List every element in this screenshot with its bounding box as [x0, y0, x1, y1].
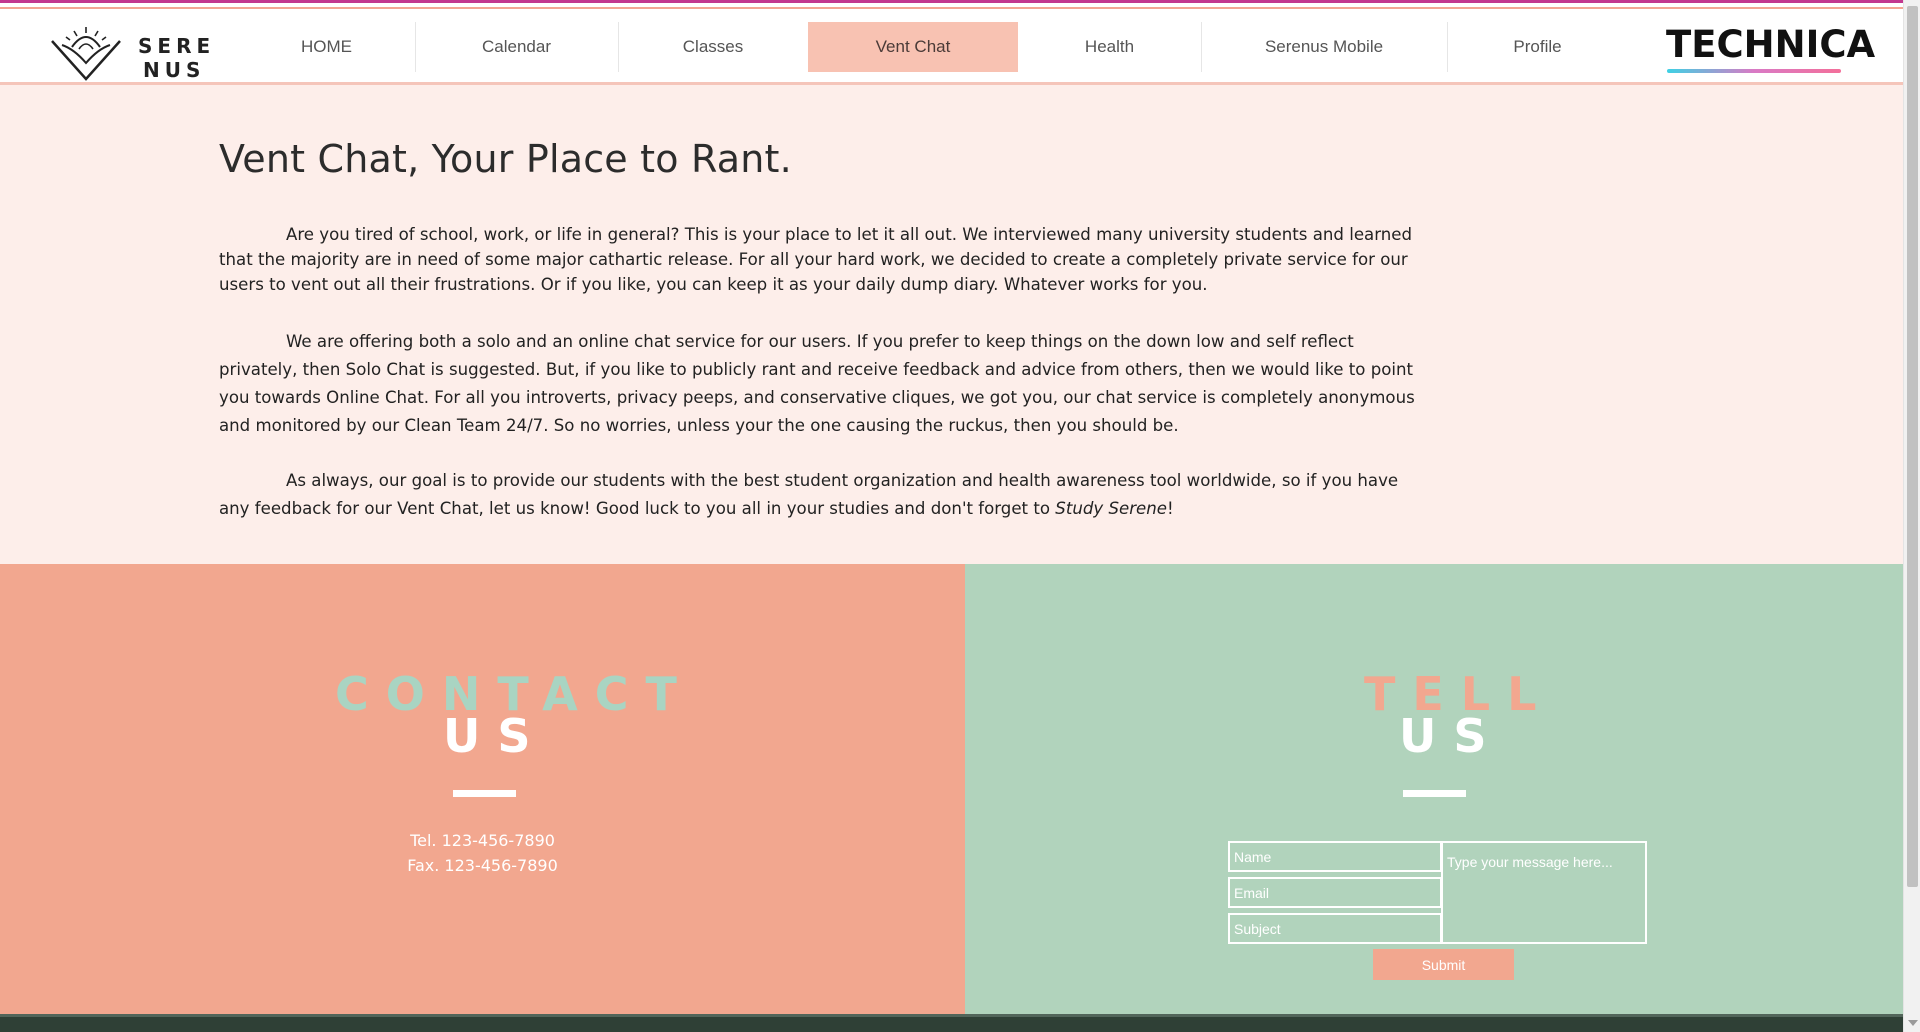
nav-item-calendar[interactable]: Calendar	[415, 22, 618, 72]
scroll-down-arrow-icon[interactable]	[1908, 1020, 1918, 1026]
contact-divider	[453, 790, 516, 797]
service-paragraph: We are offering both a solo and an onlin…	[219, 332, 1415, 435]
message-field[interactable]: Type your message here...	[1441, 841, 1647, 944]
nav-item-home[interactable]: HOME	[238, 22, 415, 72]
closing-paragraph: As always, our goal is to provide our st…	[219, 467, 1419, 523]
vertical-scrollbar[interactable]	[1903, 0, 1920, 1032]
main-nav: HOME Calendar Classes Vent Chat Health S…	[238, 22, 1628, 72]
closing-end: !	[1166, 499, 1174, 518]
top-accent-line	[0, 0, 1903, 9]
logo-line-2: NUS	[143, 58, 206, 82]
tell-us-section	[965, 564, 1903, 1014]
site-header: SERE NUS HOME Calendar Classes Vent Chat…	[0, 9, 1903, 85]
contact-fax: Fax. 123-456-7890	[407, 856, 558, 875]
closing-text: As always, our goal is to provide our st…	[219, 471, 1399, 518]
scrollbar-thumb[interactable]	[1907, 6, 1918, 887]
serenus-logo[interactable]: SERE NUS	[46, 23, 210, 83]
page-title: Vent Chat, Your Place to Rant.	[219, 137, 792, 181]
page: SERE NUS HOME Calendar Classes Vent Chat…	[0, 0, 1920, 1032]
subject-field[interactable]: Subject	[1228, 913, 1442, 944]
intro-paragraph: Are you tired of school, work, or life i…	[219, 225, 1412, 294]
contact-heading-us: US	[443, 709, 548, 763]
logo-line-1: SERE	[138, 34, 216, 58]
nav-item-profile[interactable]: Profile	[1447, 22, 1628, 72]
contact-tel: Tel. 123-456-7890	[410, 831, 555, 850]
name-field[interactable]: Name	[1228, 841, 1442, 872]
technica-underline	[1667, 69, 1841, 73]
footer-strip	[0, 1014, 1903, 1032]
submit-button[interactable]: Submit	[1373, 949, 1514, 980]
contact-section	[0, 564, 965, 1014]
study-serene-emphasis: Study Serene	[1055, 499, 1167, 518]
logo-wordmark: SERE NUS	[138, 34, 215, 82]
nav-item-classes[interactable]: Classes	[618, 22, 808, 72]
tell-divider	[1403, 790, 1466, 797]
nav-item-health[interactable]: Health	[1018, 22, 1201, 72]
nav-item-vent-chat[interactable]: Vent Chat	[808, 22, 1018, 72]
main-content: Vent Chat, Your Place to Rant. Are you t…	[219, 137, 1419, 518]
lotus-icon	[51, 27, 121, 81]
nav-item-serenus-mobile[interactable]: Serenus Mobile	[1201, 22, 1447, 72]
tell-heading-us: US	[1399, 709, 1504, 763]
email-field[interactable]: Email	[1228, 877, 1442, 908]
technica-logo[interactable]: TECHNICA	[1666, 23, 1875, 66]
